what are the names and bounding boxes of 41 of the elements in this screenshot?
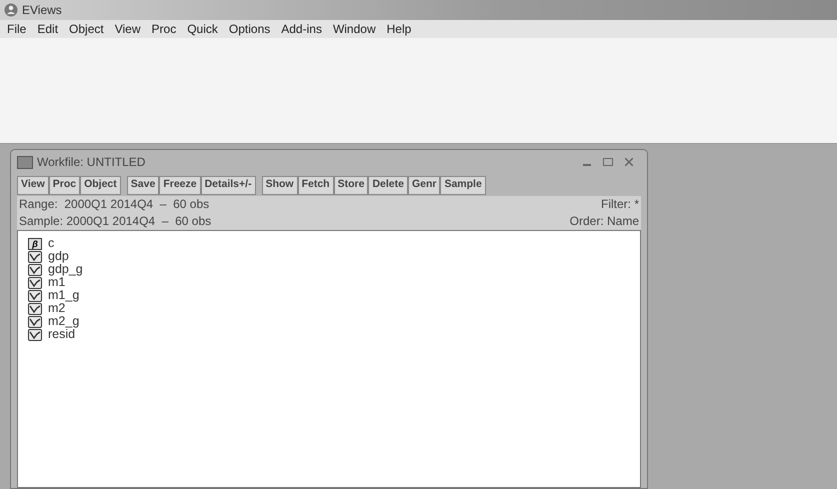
- toolbar-button[interactable]: Save: [126, 176, 160, 194]
- menu-item[interactable]: Window: [332, 20, 376, 38]
- menu-item[interactable]: Quick: [187, 20, 218, 38]
- menu-item[interactable]: Add-ins: [281, 20, 322, 38]
- toolbar-button[interactable]: Object: [80, 176, 121, 194]
- range-text: Range: 2000Q1 2014Q4 – 60 obs: [19, 196, 210, 213]
- toolbar-button[interactable]: Sample: [440, 176, 486, 194]
- toolbar-button[interactable]: Show: [262, 176, 298, 194]
- menu-item[interactable]: File: [7, 20, 26, 38]
- sample-text: Sample: 2000Q1 2014Q4 – 60 obs: [19, 213, 212, 230]
- object-name[interactable]: m2_g: [48, 315, 80, 328]
- filter-text: Filter: *: [600, 196, 639, 213]
- toolbar-button[interactable]: Fetch: [298, 176, 334, 194]
- menu-item[interactable]: Object: [69, 20, 104, 38]
- toolbar-button[interactable]: View: [17, 176, 49, 194]
- toolbar-button[interactable]: Details+/-: [200, 176, 256, 194]
- object-name[interactable]: resid: [48, 328, 76, 341]
- menu-item[interactable]: View: [114, 20, 141, 38]
- toolbar-button[interactable]: Proc: [48, 176, 80, 194]
- app-title: EViews: [22, 2, 62, 19]
- coefficient-icon: β: [28, 238, 42, 250]
- object-name[interactable]: gdp_g: [48, 263, 83, 276]
- menu-item[interactable]: Edit: [37, 20, 58, 38]
- order-text: Order: Name: [570, 213, 639, 230]
- workfile-icon: [17, 156, 33, 168]
- toolbar-button[interactable]: Store: [334, 176, 368, 194]
- menu-item[interactable]: Proc: [152, 20, 176, 38]
- menu-item[interactable]: Options: [228, 20, 270, 38]
- app-icon: [4, 2, 18, 17]
- window-title: Workfile: UNTITLED: [37, 154, 146, 171]
- toolbar-button[interactable]: Delete: [368, 176, 408, 194]
- menu-item[interactable]: Help: [386, 20, 412, 38]
- maximize-icon[interactable]: [603, 158, 613, 166]
- object-name[interactable]: c: [48, 237, 54, 250]
- toolbar-button[interactable]: Genr: [408, 176, 440, 194]
- object-name[interactable]: m2: [48, 302, 66, 315]
- object-name[interactable]: m1_g: [48, 289, 80, 302]
- object-name[interactable]: m1: [48, 276, 66, 289]
- object-name[interactable]: gdp: [48, 250, 69, 263]
- toolbar-button[interactable]: Freeze: [159, 176, 201, 194]
- close-icon[interactable]: [625, 158, 633, 166]
